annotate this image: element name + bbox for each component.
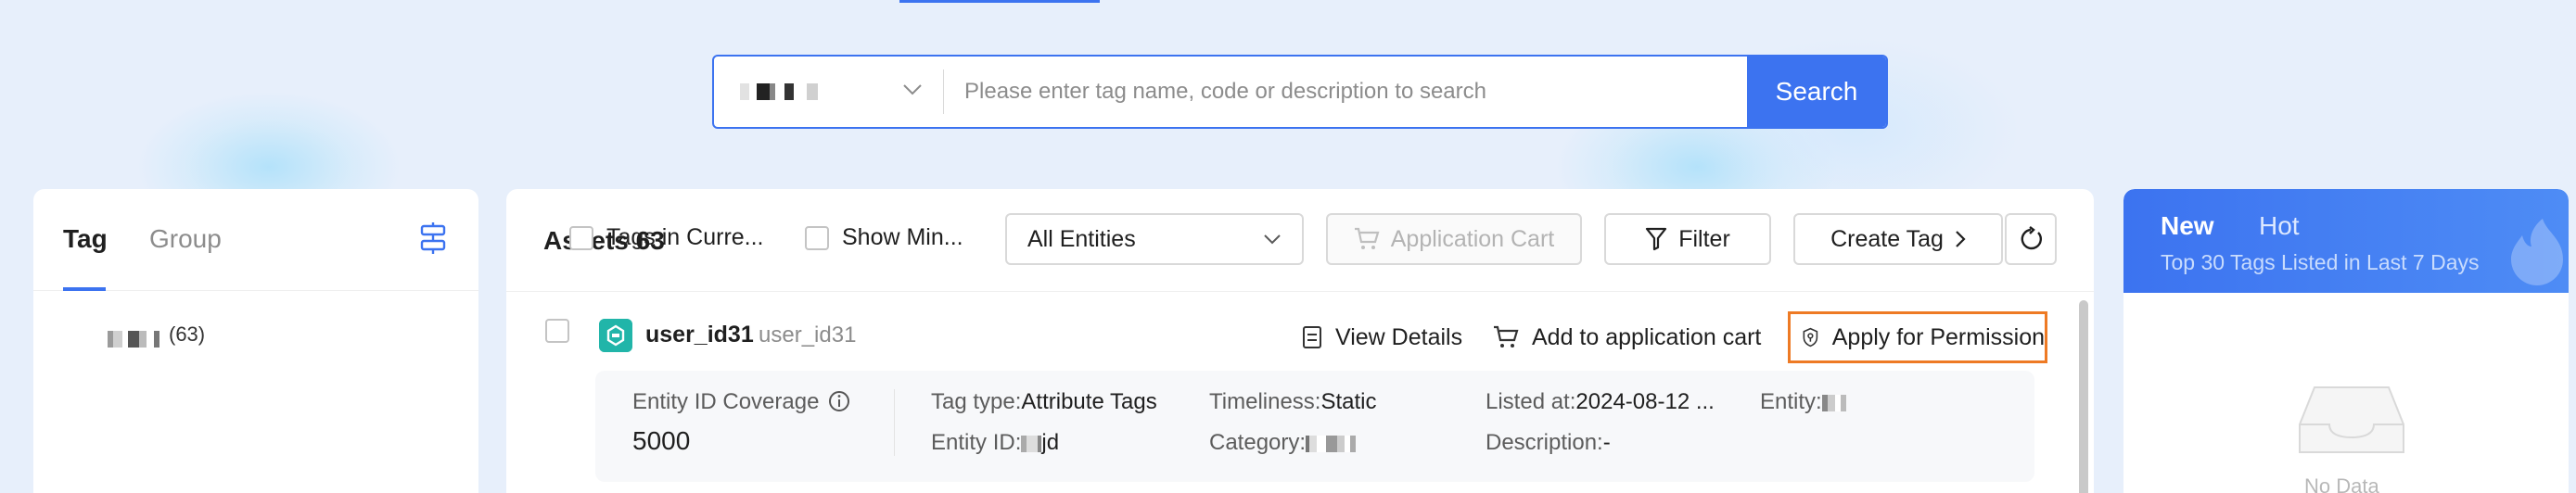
new-hot-panel: New Hot Top 30 Tags Listed in Last 7 Day… <box>2123 189 2569 493</box>
filter-button[interactable]: Filter <box>1604 213 1771 265</box>
tag-name[interactable]: user_id31 <box>645 322 754 348</box>
coverage-label-text: Entity ID Coverage <box>632 389 820 414</box>
entity-label: Entity: <box>1760 389 1822 414</box>
create-tag-label: Create Tag <box>1830 225 1944 252</box>
left-tabs: Tag Group <box>33 189 478 291</box>
coverage-value: 5000 <box>632 426 691 455</box>
chevron-right-icon <box>1956 231 1966 247</box>
row-checkbox[interactable] <box>545 319 569 343</box>
timeliness: Timeliness:Static <box>1209 389 1377 415</box>
add-to-cart-label: Add to application cart <box>1532 323 1762 350</box>
redacted-entity <box>1821 389 1846 411</box>
redacted-category <box>1306 430 1357 452</box>
entity-id-label: Entity ID: <box>931 430 1022 455</box>
tags-in-current-checkbox[interactable]: Tags in Curre... <box>569 224 764 251</box>
search-input[interactable] <box>944 57 1747 127</box>
view-details-label: View Details <box>1335 323 1463 350</box>
checkbox-box[interactable] <box>805 225 829 250</box>
listed-at-value: 2024-08-12 ... <box>1575 389 1715 414</box>
tag-tree-panel: Tag Group (63) <box>33 189 478 493</box>
tab-tag[interactable]: Tag <box>63 224 108 254</box>
no-data-text: No Data <box>2304 474 2379 493</box>
shield-icon <box>1803 327 1818 348</box>
search-scope-select[interactable] <box>714 57 943 127</box>
redacted-scope-value <box>740 83 818 100</box>
assets-toolbar: Assets 63 Tags in Curre... Show Min... A… <box>506 189 2094 291</box>
filter-label: Filter <box>1678 225 1730 252</box>
timeliness-label: Timeliness: <box>1209 389 1321 414</box>
view-details-button[interactable]: View Details <box>1302 311 1462 363</box>
toolbar-divider <box>506 291 2094 292</box>
apply-permission-button[interactable]: Apply for Permission <box>1788 311 2047 363</box>
chevron-down-icon <box>903 84 922 95</box>
listed-at-label: Listed at: <box>1486 389 1576 414</box>
new-hot-subtitle: Top 30 Tags Listed in Last 7 Days <box>2161 250 2480 274</box>
entity-select-value: All Entities <box>1027 225 1136 252</box>
entity-select[interactable]: All Entities <box>1005 213 1304 265</box>
active-tab-underline <box>63 287 106 291</box>
tag-type-value: Attribute Tags <box>1021 389 1157 414</box>
document-icon <box>1303 326 1321 348</box>
show-min-checkbox[interactable]: Show Min... <box>805 224 963 251</box>
apply-permission-label: Apply for Permission <box>1831 323 2045 350</box>
redacted-node-name <box>108 326 159 348</box>
flame-icon <box>2511 219 2563 285</box>
tab-group[interactable]: Group <box>149 224 222 254</box>
entity: Entity: <box>1760 389 1846 415</box>
details-separator <box>894 389 895 456</box>
tab-hot[interactable]: Hot <box>2259 211 2300 241</box>
cart-icon <box>1494 325 1519 348</box>
description-value: - <box>1602 430 1611 455</box>
tag-type-label: Tag type: <box>931 389 1022 414</box>
refresh-icon <box>2021 226 2043 250</box>
category-label: Category: <box>1209 430 1307 455</box>
empty-inbox-icon <box>2299 386 2404 453</box>
tab-new[interactable]: New <box>2161 211 2214 241</box>
tag-code: user_id31 <box>759 322 857 348</box>
tree-node-count: (63) <box>169 322 206 346</box>
listed-at: Listed at:2024-08-12 ... <box>1486 389 1715 415</box>
coverage-label: Entity ID Coverage <box>632 389 850 415</box>
chevron-down-icon <box>1264 234 1281 245</box>
description: Description:- <box>1486 430 1611 456</box>
search-button[interactable]: Search <box>1747 57 1886 127</box>
checkbox-label: Show Min... <box>842 224 963 250</box>
info-icon[interactable] <box>828 390 850 412</box>
tree-node[interactable]: (63) <box>108 322 206 348</box>
application-cart-label: Application Cart <box>1390 225 1555 252</box>
active-nav-indicator <box>899 0 1100 3</box>
application-cart-button[interactable]: Application Cart <box>1326 213 1582 265</box>
checkbox-box[interactable] <box>569 225 593 250</box>
tag-icon <box>599 319 632 352</box>
timeliness-value: Static <box>1320 389 1377 414</box>
refresh-button[interactable] <box>2005 213 2057 265</box>
settings-sliders-icon[interactable] <box>419 222 447 254</box>
entity-id-value: jd <box>1041 430 1060 455</box>
vertical-scrollbar[interactable] <box>2079 300 2088 493</box>
entity-id: Entity ID: jd <box>931 430 1059 456</box>
cart-icon <box>1354 227 1380 249</box>
search-bar: Search <box>712 55 1888 129</box>
description-label: Description: <box>1486 430 1603 455</box>
checkbox-label: Tags in Curre... <box>606 224 764 250</box>
tag-details: Entity ID Coverage 5000 Tag type:Attribu… <box>595 371 2034 482</box>
create-tag-button[interactable]: Create Tag <box>1793 213 2003 265</box>
category: Category: <box>1209 430 1357 456</box>
tag-type: Tag type:Attribute Tags <box>931 389 1157 415</box>
filter-icon <box>1646 227 1667 251</box>
add-to-cart-button[interactable]: Add to application cart <box>1493 311 1761 363</box>
assets-panel: Assets 63 Tags in Curre... Show Min... A… <box>506 189 2094 493</box>
redacted-entity-id <box>1021 430 1042 452</box>
new-hot-header: New Hot Top 30 Tags Listed in Last 7 Day… <box>2123 189 2569 293</box>
